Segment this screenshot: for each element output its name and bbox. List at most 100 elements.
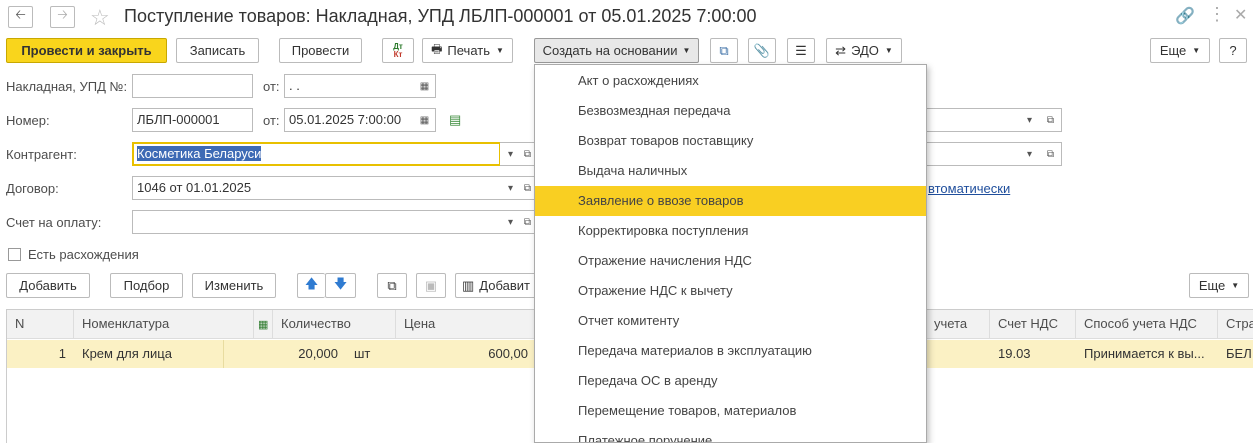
- right-field-1-open[interactable]: ⧉: [1040, 108, 1062, 132]
- discrepancy-checkbox[interactable]: [8, 248, 21, 261]
- col-vat-method[interactable]: Способ учета НДС: [1076, 310, 1218, 339]
- list-icon: ☰: [795, 42, 807, 58]
- pick-button[interactable]: Подбор: [110, 273, 183, 298]
- chevron-down-icon: ▼: [1231, 281, 1240, 290]
- chevron-down-icon: ▼: [1192, 46, 1201, 55]
- menu-item[interactable]: Передача ОС в аренду: [535, 366, 926, 396]
- back-button[interactable]: 🡠: [8, 6, 33, 28]
- edit-button[interactable]: Изменить: [192, 273, 276, 298]
- help-button[interactable]: ?: [1219, 38, 1247, 63]
- row-vat-method: Принимается к вы...: [1084, 346, 1205, 361]
- post-button[interactable]: Провести: [279, 38, 362, 63]
- more-vertical-icon[interactable]: ⋮: [1208, 4, 1226, 25]
- arrow-left-icon: 🡠: [15, 7, 26, 22]
- chevron-down-icon: ▼: [884, 46, 893, 55]
- save-button[interactable]: Записать: [176, 38, 259, 63]
- copy-icon: ⧉: [387, 277, 397, 293]
- col-item[interactable]: Номенклатура: [74, 310, 254, 339]
- auto-link[interactable]: втоматически: [928, 181, 1010, 196]
- paste-button[interactable]: ▣: [416, 273, 446, 298]
- menu-item[interactable]: Передача материалов в эксплуатацию: [535, 336, 926, 366]
- table-more-button[interactable]: Еще ▼: [1189, 273, 1249, 298]
- row-price: 600,00: [488, 346, 528, 361]
- menu-item[interactable]: Отражение начисления НДС: [535, 246, 926, 276]
- menu-item[interactable]: Выдача наличных: [535, 156, 926, 186]
- menu-item[interactable]: Возврат товаров поставщику: [535, 126, 926, 156]
- create-based-on-menu: Акт о расхождениях Безвозмездная передач…: [534, 64, 927, 443]
- menu-item[interactable]: Отражение НДС к вычету: [535, 276, 926, 306]
- right-field-2-dropdown[interactable]: ▾: [1019, 142, 1041, 166]
- contract-label: Договор:: [6, 181, 59, 196]
- right-field-2-open[interactable]: ⧉: [1040, 142, 1062, 166]
- counterparty-dropdown-button[interactable]: ▾: [500, 142, 522, 166]
- list-button[interactable]: ☰: [787, 38, 815, 63]
- invoice-date-field[interactable]: . .: [284, 74, 415, 98]
- menu-item-selected[interactable]: Заявление о ввозе товаров: [535, 186, 926, 216]
- calendar-button[interactable]: ▦: [414, 74, 436, 98]
- row-n: 1: [58, 346, 66, 361]
- from-label: от:: [263, 113, 280, 128]
- right-field-1-dropdown[interactable]: ▾: [1019, 108, 1041, 132]
- number-label: Номер:: [6, 113, 50, 128]
- menu-item[interactable]: Платежное поручение: [535, 426, 926, 442]
- calendar-button[interactable]: ▦: [414, 108, 436, 132]
- counterparty-field[interactable]: Косметика Беларуси: [132, 142, 501, 166]
- edo-label: ЭДО: [851, 43, 879, 58]
- chevron-down-icon: ▾: [1026, 148, 1033, 160]
- edo-button[interactable]: ⇄ ЭДО ▼: [826, 38, 902, 63]
- col-n[interactable]: N: [7, 310, 74, 339]
- payment-dropdown-button[interactable]: ▾: [500, 210, 522, 234]
- right-field-1[interactable]: [920, 108, 1020, 132]
- col-vat-account[interactable]: Счет НДС: [990, 310, 1076, 339]
- attach-button[interactable]: 📎: [748, 38, 776, 63]
- menu-item[interactable]: Отчет комитенту: [535, 306, 926, 336]
- col-qty[interactable]: Количество: [273, 310, 396, 339]
- move-up-button[interactable]: 🡅: [297, 273, 325, 298]
- link-icon[interactable]: 🔗: [1175, 6, 1195, 26]
- menu-item[interactable]: Перемещение товаров, материалов: [535, 396, 926, 426]
- col-qty-icon: ▦: [254, 310, 273, 339]
- contract-dropdown-button[interactable]: ▾: [500, 176, 522, 200]
- print-button[interactable]: 🖶 Печать ▼: [422, 38, 513, 63]
- contract-field[interactable]: 1046 от 01.01.2025: [132, 176, 501, 200]
- create-based-on-button[interactable]: Создать на основании ▼: [534, 38, 699, 63]
- counterparty-open-button[interactable]: ⧉: [521, 142, 535, 166]
- barcode-add-label: Добавит: [479, 278, 530, 293]
- dt-kt-button[interactable]: Дт Кт: [382, 38, 414, 63]
- page-title: Поступление товаров: Накладная, УПД ЛБЛП…: [124, 6, 757, 26]
- structure-button[interactable]: ⧉: [710, 38, 738, 63]
- menu-item[interactable]: Акт о расхождениях: [535, 66, 926, 96]
- barcode-add-button[interactable]: ▥ Добавит: [455, 273, 537, 298]
- invoice-number-field[interactable]: [132, 74, 253, 98]
- right-field-2[interactable]: [920, 142, 1020, 166]
- more-button[interactable]: Еще ▼: [1150, 38, 1210, 63]
- note-icon[interactable]: ▤: [449, 112, 461, 128]
- close-icon[interactable]: ✕: [1234, 5, 1247, 25]
- post-and-close-button[interactable]: Провести и закрыть: [6, 38, 167, 63]
- payment-open-button[interactable]: ⧉: [521, 210, 535, 234]
- contract-open-button[interactable]: ⧉: [521, 176, 535, 200]
- chevron-down-icon: ▼: [682, 46, 691, 55]
- star-icon[interactable]: ☆: [90, 5, 110, 31]
- row-item: Крем для лица: [74, 340, 224, 368]
- menu-item[interactable]: Безвозмездная передача: [535, 96, 926, 126]
- col-account[interactable]: учета: [926, 310, 990, 339]
- forward-button[interactable]: 🡢: [50, 6, 75, 28]
- table-add-button[interactable]: Добавить: [6, 273, 90, 298]
- counterparty-label: Контрагент:: [6, 147, 77, 162]
- menu-item[interactable]: Корректировка поступления: [535, 216, 926, 246]
- printer-icon: 🖶: [431, 42, 443, 56]
- col-country[interactable]: Стра: [1218, 310, 1253, 339]
- payment-account-field[interactable]: [132, 210, 501, 234]
- barcode-icon: ▥: [462, 277, 475, 293]
- number-field[interactable]: ЛБЛП-000001: [132, 108, 253, 132]
- open-icon: ⧉: [523, 148, 532, 160]
- move-down-button[interactable]: 🡇: [325, 273, 356, 298]
- copy-button[interactable]: ⧉: [377, 273, 407, 298]
- col-price[interactable]: Цена: [396, 310, 536, 339]
- open-icon: ⧉: [523, 216, 532, 228]
- row-unit: шт: [354, 346, 371, 361]
- number-date-field[interactable]: 05.01.2025 7:00:00: [284, 108, 415, 132]
- counterparty-value: Косметика Беларуси: [137, 146, 262, 161]
- chevron-down-icon: ▾: [507, 216, 514, 228]
